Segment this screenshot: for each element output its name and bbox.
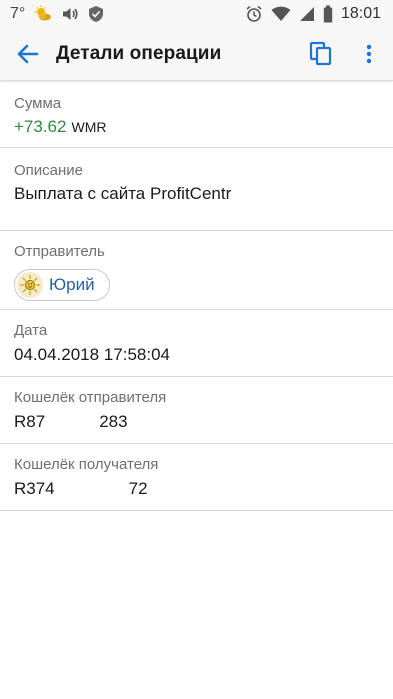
currency-label: WMR — [71, 119, 107, 135]
sender-label: Отправитель — [14, 243, 105, 260]
sender-wallet-value: R87 283 — [14, 412, 128, 432]
date-row[interactable]: Дата 04.04.2018 17:58:04 — [0, 310, 393, 377]
temperature-text: 7° — [10, 5, 26, 22]
battery-icon — [323, 5, 333, 23]
sum-label: Сумма — [14, 95, 62, 112]
date-label: Дата — [14, 322, 48, 339]
description-label: Описание — [14, 162, 84, 179]
description-value: Выплата с сайта ProfitCentr — [14, 184, 232, 203]
receiver-wallet-end: 72 — [128, 479, 148, 498]
more-options-button[interactable] — [351, 28, 387, 80]
receiver-wallet-start: R374 — [14, 479, 55, 498]
sender-wallet-label: Кошелёк отправителя — [14, 389, 167, 406]
alarm-icon — [245, 5, 263, 23]
description-row[interactable]: Описание Выплата с сайта ProfitCentr — [0, 148, 393, 231]
sum-row[interactable]: Сумма +73.62 WMR — [0, 81, 393, 148]
copy-button[interactable] — [299, 28, 343, 80]
date-value: 04.04.2018 17:58:04 — [14, 345, 170, 364]
back-arrow-icon — [17, 44, 39, 64]
receiver-wallet-row[interactable]: Кошелёк получателя R374 72 — [0, 444, 393, 511]
sender-wallet-start: R87 — [14, 412, 46, 431]
sender-row: Отправитель Юрий — [0, 231, 393, 310]
details-list: Сумма +73.62 WMR Описание Выплата с сайт… — [0, 81, 393, 511]
redaction-mask — [45, 412, 100, 432]
sender-name: Юрий — [49, 275, 95, 294]
receiver-wallet-value: R374 72 — [14, 479, 148, 499]
more-vert-icon — [366, 44, 372, 64]
shield-icon — [87, 5, 105, 23]
copy-icon — [309, 41, 333, 67]
signal-icon — [299, 6, 315, 22]
page-title: Детали операции — [56, 43, 222, 64]
back-button[interactable] — [0, 28, 56, 80]
sender-wallet-end: 283 — [99, 412, 128, 431]
wifi-icon — [271, 6, 291, 22]
amount-value: +73.62 — [14, 117, 67, 136]
status-bar: 7° 18:01 — [0, 0, 393, 28]
weather-icon — [33, 5, 53, 23]
sender-chip[interactable]: Юрий — [14, 269, 110, 301]
sun-icon — [17, 272, 43, 298]
app-bar: Детали операции — [0, 28, 393, 81]
sender-wallet-row[interactable]: Кошелёк отправителя R87 283 — [0, 377, 393, 444]
redaction-mask — [54, 479, 129, 499]
receiver-wallet-label: Кошелёк получателя — [14, 456, 159, 473]
clock-text: 18:01 — [340, 5, 381, 22]
volume-icon — [61, 6, 79, 22]
